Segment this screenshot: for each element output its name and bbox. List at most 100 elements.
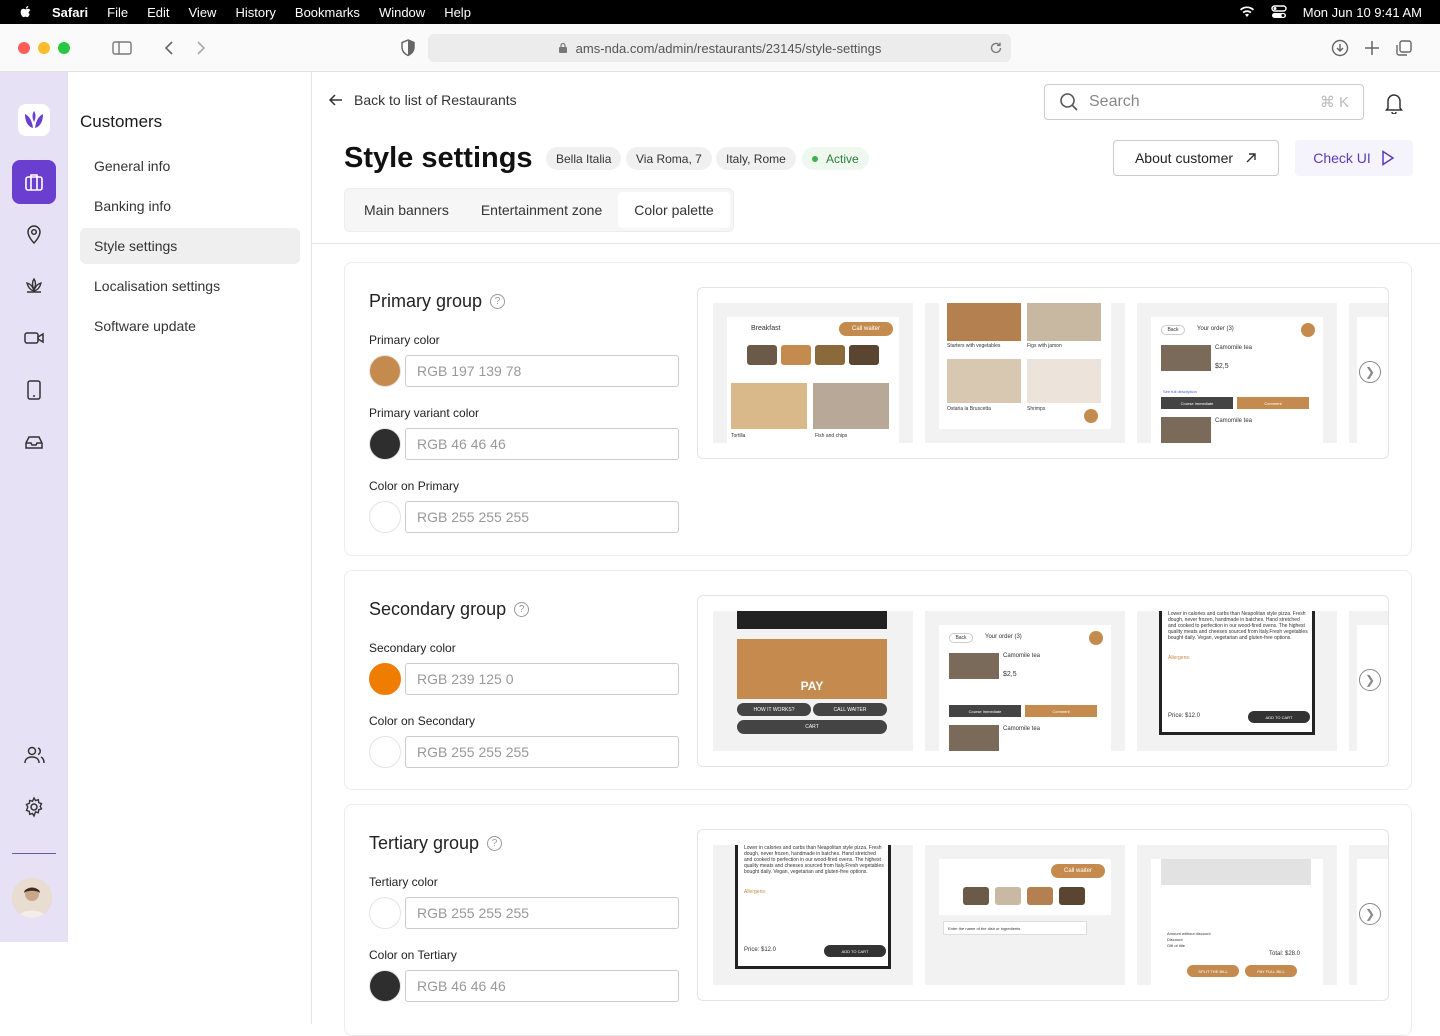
preview-category-thumb (781, 345, 811, 365)
preview-pay-screen[interactable]: PAY HOW IT WORKS? CALL WAITER CART (713, 611, 913, 751)
preview-screen: Call waiter Enter the name of the dish o… (939, 859, 1111, 985)
preview-search-dish[interactable]: Call waiter Enter the name of the dish o… (925, 845, 1125, 985)
help-icon[interactable]: ? (514, 602, 530, 617)
close-window-button[interactable] (18, 42, 30, 54)
subnav-item-banking-info[interactable]: Banking info (80, 188, 300, 224)
preview-breakfast-menu[interactable]: Breakfast Call waiter Tortilla Fish and … (713, 303, 913, 443)
rail-locations[interactable] (12, 212, 56, 256)
new-tab-icon[interactable] (1362, 38, 1382, 58)
color-on-tertiary-swatch[interactable] (369, 970, 401, 1002)
tertiary-color-swatch[interactable] (369, 897, 401, 929)
preview-allergens-label: Allergens: (744, 889, 767, 895)
menu-bookmarks[interactable]: Bookmarks (295, 5, 360, 20)
primary-variant-color-input[interactable]: RGB 46 46 46 (405, 428, 679, 460)
back-icon[interactable] (160, 38, 180, 58)
page-title: Style settings (344, 142, 533, 174)
check-ui-button[interactable]: Check UI (1295, 140, 1413, 176)
reload-icon[interactable] (989, 41, 1003, 55)
preview-add-to-cart: ADD TO CART (824, 945, 886, 957)
preview-dish-detail[interactable]: Lower in calories and carbs than Neapoli… (713, 845, 913, 985)
previews-next-arrow[interactable]: ❯ (1359, 903, 1381, 925)
forward-icon[interactable] (190, 38, 210, 58)
rail-customers[interactable] (12, 160, 56, 204)
menu-help[interactable]: Help (444, 5, 471, 20)
preview-your-order[interactable]: Back Your order (3) Camomile tea $2,5 Se… (1137, 303, 1337, 443)
preview-category-thumb (849, 345, 879, 365)
primary-color-swatch[interactable] (369, 355, 401, 387)
menu-window[interactable]: Window (379, 5, 425, 20)
subnav-item-general-info[interactable]: General info (80, 148, 300, 184)
rail-settings[interactable] (12, 785, 56, 829)
previews-next-arrow[interactable]: ❯ (1359, 669, 1381, 691)
tab-main-banners[interactable]: Main banners (348, 192, 465, 228)
preview-dish-grid[interactable]: Starters with vegetables Figs with jamon… (925, 303, 1125, 443)
primary-color-input[interactable]: RGB 197 139 78 (405, 355, 679, 387)
apple-icon[interactable] (18, 4, 34, 20)
menu-file[interactable]: File (107, 5, 128, 20)
preview-dish-image (947, 303, 1021, 341)
tab-entertainment-zone[interactable]: Entertainment zone (465, 192, 618, 228)
subnav-item-localisation-settings[interactable]: Localisation settings (80, 268, 300, 304)
menu-view[interactable]: View (189, 5, 217, 20)
preview-your-order[interactable]: Back Your order (3) Camomile tea $2,5 Co… (925, 611, 1125, 751)
secondary-color-input[interactable]: RGB 239 125 0 (405, 663, 679, 695)
menu-edit[interactable]: Edit (147, 5, 169, 20)
tab-overview-icon[interactable] (1394, 38, 1414, 58)
app-logo[interactable] (18, 104, 50, 136)
preview-order-title: Your order (3) (985, 634, 1022, 640)
help-icon[interactable]: ? (487, 836, 503, 851)
help-icon[interactable]: ? (490, 294, 506, 309)
status-badge: Active (802, 147, 869, 170)
wifi-icon[interactable] (1239, 6, 1255, 18)
sidebar-toggle-icon[interactable] (112, 38, 132, 58)
bell-icon[interactable] (1384, 92, 1404, 114)
color-on-primary-swatch[interactable] (369, 501, 401, 533)
color-on-secondary-swatch[interactable] (369, 736, 401, 768)
rail-storage[interactable] (12, 420, 56, 464)
color-on-secondary-input[interactable]: RGB 255 255 255 (405, 736, 679, 768)
preview-dish-image (947, 359, 1021, 403)
user-avatar[interactable] (12, 878, 52, 918)
control-center-icon[interactable] (1271, 5, 1287, 19)
menu-history[interactable]: History (235, 5, 275, 20)
app-rail (0, 72, 68, 942)
color-on-tertiary-input[interactable]: RGB 46 46 46 (405, 970, 679, 1002)
preview-dish-detail[interactable]: Lower in calories and carbs than Neapoli… (1137, 611, 1337, 751)
menubar-datetime[interactable]: Mon Jun 10 9:41 AM (1303, 5, 1422, 20)
header-divider (312, 243, 1440, 244)
status-dot (812, 155, 818, 162)
search-input[interactable]: Search ⌘ K (1044, 84, 1364, 120)
play-icon (1382, 150, 1395, 166)
color-on-primary-input[interactable]: RGB 255 255 255 (405, 501, 679, 533)
secondary-color-swatch[interactable] (369, 663, 401, 695)
tab-color-palette[interactable]: Color palette (618, 192, 730, 228)
back-to-list-link[interactable]: Back to list of Restaurants (328, 92, 517, 108)
previews-next-arrow[interactable]: ❯ (1359, 361, 1381, 383)
about-customer-button[interactable]: About customer (1113, 140, 1279, 176)
secondary-previews: PAY HOW IT WORKS? CALL WAITER CART Back … (697, 595, 1389, 767)
preview-pay-banner: PAY (737, 639, 887, 699)
subnav-title: Customers (80, 112, 163, 131)
privacy-shield-icon[interactable] (398, 38, 418, 58)
preview-category-thumb (815, 345, 845, 365)
rail-menu[interactable] (12, 264, 56, 308)
preview-search-field: Enter the name of the dish or ingredient… (943, 921, 1087, 935)
preview-item-name: Camomile tea (1215, 418, 1253, 424)
primary-variant-color-swatch[interactable] (369, 428, 401, 460)
minimize-window-button[interactable] (38, 42, 50, 54)
preview-cart-badge (1301, 323, 1315, 337)
preview-bill[interactable]: Amount without discount Discount Gift of… (1137, 845, 1337, 985)
downloads-icon[interactable] (1330, 38, 1350, 58)
subnav-item-software-update[interactable]: Software update (80, 308, 300, 344)
rail-users[interactable] (12, 733, 56, 777)
zoom-window-button[interactable] (58, 42, 70, 54)
search-shortcut: ⌘ K (1319, 94, 1349, 111)
rail-media[interactable] (12, 316, 56, 360)
tertiary-color-input[interactable]: RGB 255 255 255 (405, 897, 679, 929)
rail-devices[interactable] (12, 368, 56, 412)
menu-app-name[interactable]: Safari (52, 5, 88, 20)
subnav-item-style-settings[interactable]: Style settings (80, 228, 300, 264)
preview-back: Back (1161, 325, 1185, 335)
preview-cart-button: CART (737, 720, 887, 734)
address-bar[interactable]: ams-nda.com/admin/restaurants/23145/styl… (428, 34, 1011, 62)
